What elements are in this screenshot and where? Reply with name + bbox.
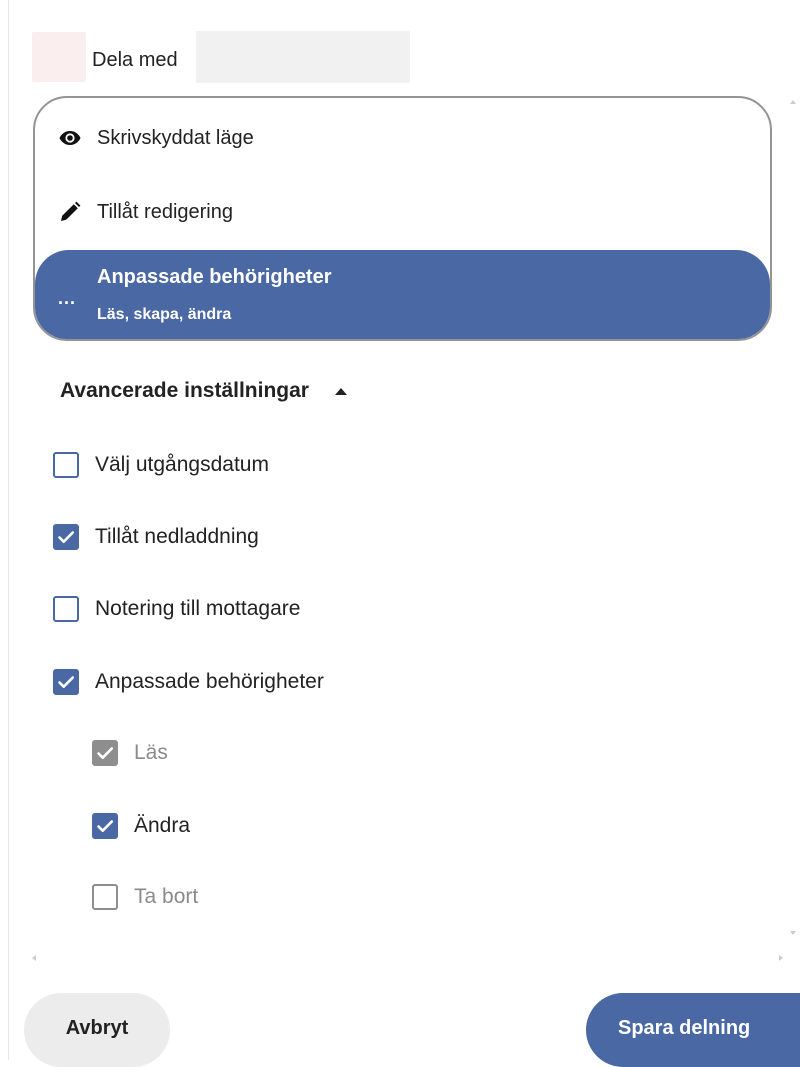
permission-edit[interactable]: Ändra xyxy=(92,813,190,839)
eye-icon xyxy=(58,126,82,150)
option-label: Notering till mottagare xyxy=(95,597,301,620)
option-label: Ta bort xyxy=(134,885,199,908)
checkbox[interactable] xyxy=(53,669,79,695)
scroll-up-arrow[interactable] xyxy=(790,100,796,104)
option-expiry-date[interactable]: Välj utgångsdatum xyxy=(53,452,269,478)
option-label: Ändra xyxy=(134,814,191,837)
save-share-button[interactable]: Spara delning xyxy=(586,993,800,1067)
permission-menu: Skrivskyddat läge Tillåt redigering ... … xyxy=(33,96,772,341)
option-label: Läs xyxy=(134,741,168,764)
scroll-down-arrow[interactable] xyxy=(790,931,796,935)
ellipsis-icon: ... xyxy=(58,288,77,308)
option-label: Anpassade behörigheter xyxy=(95,670,324,693)
scroll-left-arrow[interactable] xyxy=(32,955,36,961)
advanced-settings-label: Avancerade inställningar xyxy=(60,379,309,402)
menu-item-title: Anpassade behörigheter xyxy=(97,266,332,288)
option-label: Tillåt nedladdning xyxy=(95,525,259,548)
scroll-right-arrow[interactable] xyxy=(779,955,783,961)
checkbox xyxy=(92,884,118,910)
menu-item-label: Tillåt redigering xyxy=(97,200,233,223)
cancel-button[interactable]: Avbryt xyxy=(24,993,170,1067)
checkbox[interactable] xyxy=(92,813,118,839)
checkmark-icon xyxy=(58,531,75,543)
menu-item-custom-permissions[interactable]: ... Anpassade behörigheter Läs, skapa, ä… xyxy=(35,250,770,339)
checkbox[interactable] xyxy=(53,452,79,478)
recipient-avatar xyxy=(32,32,86,82)
checkbox[interactable] xyxy=(53,596,79,622)
menu-item-read-only[interactable]: Skrivskyddat läge xyxy=(35,120,770,156)
option-note-to-recipient[interactable]: Notering till mottagare xyxy=(53,596,300,622)
permission-delete: Ta bort xyxy=(92,884,198,910)
menu-item-subtitle: Läs, skapa, ändra xyxy=(97,306,232,323)
checkmark-icon xyxy=(97,820,114,832)
panel-left-border xyxy=(8,0,9,1060)
checkmark-icon xyxy=(58,676,75,688)
menu-item-allow-editing[interactable]: Tillåt redigering xyxy=(35,194,770,230)
option-allow-download[interactable]: Tillåt nedladdning xyxy=(53,524,259,550)
recipient-name-field[interactable] xyxy=(196,31,410,83)
option-label: Välj utgångsdatum xyxy=(95,453,269,476)
permission-read: Läs xyxy=(92,740,168,766)
share-with-label: Dela med xyxy=(92,49,178,71)
caret-up-icon xyxy=(334,387,347,395)
menu-item-label: Skrivskyddat läge xyxy=(97,126,254,149)
checkmark-icon xyxy=(97,747,114,759)
checkbox xyxy=(92,740,118,766)
checkbox[interactable] xyxy=(53,524,79,550)
option-custom-permissions[interactable]: Anpassade behörigheter xyxy=(53,669,324,695)
pencil-icon xyxy=(58,200,82,224)
advanced-settings-toggle[interactable]: Avancerade inställningar xyxy=(60,379,347,403)
